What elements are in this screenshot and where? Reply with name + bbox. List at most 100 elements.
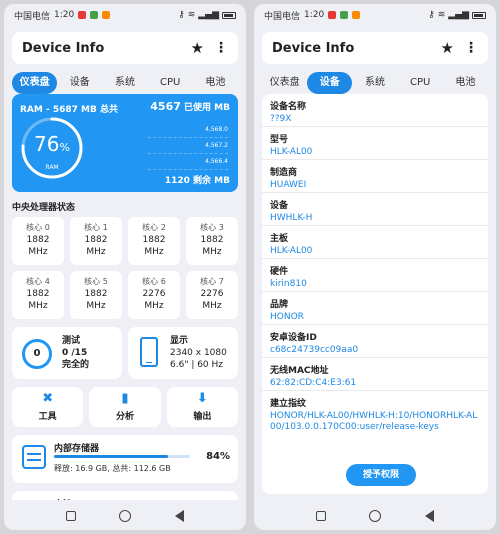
core-tile[interactable]: 核心 3 1882 MHz bbox=[186, 217, 238, 265]
core-name: 核心 2 bbox=[142, 223, 166, 232]
tab-device[interactable]: 设备 bbox=[57, 72, 102, 94]
tab-system[interactable]: 系统 bbox=[102, 72, 147, 94]
display-resolution: 2340 x 1080 bbox=[170, 348, 227, 358]
display-title: 显示 bbox=[170, 336, 189, 346]
notification-icon bbox=[352, 11, 361, 19]
display-text: 显示 2340 x 1080 6.6" | 60 Hz bbox=[170, 335, 227, 371]
app-bar: Device Info ★ ⋮ bbox=[262, 32, 488, 64]
info-value: 62:82:CD:C4:E3:61 bbox=[270, 378, 357, 388]
core-unit: MHz bbox=[86, 247, 106, 257]
test-title: 测试 bbox=[62, 336, 81, 346]
core-tile[interactable]: 核心 7 2276 MHz bbox=[186, 271, 238, 319]
core-tile[interactable]: 核心 4 1882 MHz bbox=[12, 271, 64, 319]
export-button[interactable]: ⬇ 输出 bbox=[166, 387, 238, 427]
ram-used: 4567 已使用 MB bbox=[150, 100, 230, 113]
tab-cpu[interactable]: CPU bbox=[148, 72, 193, 94]
wifi-icon: ≋ bbox=[187, 10, 196, 20]
ram-used-suffix: 已使用 MB bbox=[184, 103, 230, 113]
info-item[interactable]: 主板 HLK-AL00 bbox=[262, 226, 488, 259]
tab-battery[interactable]: 电池 bbox=[193, 72, 238, 94]
test-card[interactable]: 0 测试 0 /15 完全的 bbox=[12, 327, 122, 379]
tab-cpu[interactable]: CPU bbox=[398, 72, 443, 94]
ram-tick: 4,566.4 bbox=[148, 154, 228, 170]
grant-permission-button[interactable]: 授予权限 bbox=[346, 464, 416, 486]
more-options-icon[interactable]: ⋮ bbox=[214, 40, 228, 56]
info-item[interactable]: 设备名称 ??9X bbox=[262, 94, 488, 127]
battery-card[interactable]: 电池 bbox=[12, 491, 238, 500]
tab-bar: 仪表盘 设备 系统 CPU 电池 bbox=[262, 72, 488, 94]
device-content: 设备名称 ??9X 型号 HLK-AL00 制造商 HUAWEI 设备 HWHLK-H … bbox=[262, 94, 488, 500]
core-unit: MHz bbox=[144, 247, 164, 257]
info-item[interactable]: 设备 HWHLK-H bbox=[262, 193, 488, 226]
home-icon[interactable] bbox=[119, 510, 132, 522]
internal-storage-card[interactable]: 内部存储器 释放: 16.9 GB, 总共: 112.6 GB 84% bbox=[12, 435, 238, 483]
ram-gauge: 76% RAM bbox=[18, 114, 86, 182]
ram-percent-sign: % bbox=[59, 141, 70, 154]
core-freq: 1882 bbox=[200, 235, 224, 245]
notification-icon bbox=[102, 11, 111, 19]
notification-icon bbox=[78, 11, 87, 19]
info-key: 品牌 bbox=[270, 300, 289, 310]
core-unit: MHz bbox=[28, 247, 48, 257]
clock: 1:20 bbox=[304, 10, 325, 20]
storage-progress-fill bbox=[54, 455, 169, 458]
info-value: ??9X bbox=[270, 114, 292, 124]
ram-card[interactable]: RAM - 5687 MB 总共 4567 已使用 MB 76% RAM 4,5… bbox=[12, 94, 238, 192]
core-tile[interactable]: 核心 2 1882 MHz bbox=[128, 217, 180, 265]
recents-icon[interactable] bbox=[315, 511, 326, 521]
core-name: 核心 1 bbox=[84, 223, 108, 232]
cpu-core-grid: 核心 0 1882 MHz 核心 1 1882 MHz 核心 2 1882 MHz 核心 3… bbox=[12, 217, 238, 319]
app-title: Device Info bbox=[22, 40, 105, 56]
info-item[interactable]: 无线MAC地址 62:82:CD:C4:E3:61 bbox=[262, 358, 488, 391]
notification-icon bbox=[340, 11, 349, 19]
analysis-button[interactable]: ▮ 分析 bbox=[89, 387, 161, 427]
star-icon[interactable]: ★ bbox=[191, 39, 204, 57]
export-label: 输出 bbox=[193, 412, 212, 422]
core-freq: 1882 bbox=[84, 235, 108, 245]
tab-device[interactable]: 设备 bbox=[307, 72, 353, 94]
more-options-icon[interactable]: ⋮ bbox=[464, 40, 478, 56]
wifi-icon: ≋ bbox=[437, 10, 446, 20]
system-nav-bar bbox=[4, 502, 246, 530]
info-item[interactable]: 制造商 HUAWEI bbox=[262, 160, 488, 193]
info-value: c68c24739cc09aa0 bbox=[270, 345, 359, 355]
home-icon[interactable] bbox=[369, 510, 382, 522]
info-value: HLK-AL00 bbox=[270, 147, 313, 157]
core-tile[interactable]: 核心 1 1882 MHz bbox=[70, 217, 122, 265]
device-screen: 中国电信 1:20 ⚷ ≋ ▂▄▆ Device Info ★ ⋮ 仪表盘 设备… bbox=[254, 4, 496, 530]
core-freq: 1882 bbox=[84, 289, 108, 299]
tab-dashboard[interactable]: 仪表盘 bbox=[262, 72, 307, 94]
key-icon: ⚷ bbox=[428, 10, 435, 20]
info-value: HWHLK-H bbox=[270, 213, 313, 223]
test-text: 测试 0 /15 完全的 bbox=[62, 335, 89, 371]
core-unit: MHz bbox=[86, 301, 106, 311]
info-item[interactable]: 品牌 HONOR bbox=[262, 292, 488, 325]
core-tile[interactable]: 核心 6 2276 MHz bbox=[128, 271, 180, 319]
info-item[interactable]: 硬件 kirin810 bbox=[262, 259, 488, 292]
info-item[interactable]: 型号 HLK-AL00 bbox=[262, 127, 488, 160]
info-key: 设备名称 bbox=[270, 102, 307, 112]
core-name: 核心 3 bbox=[200, 223, 224, 232]
core-unit: MHz bbox=[202, 247, 222, 257]
display-card[interactable]: 显示 2340 x 1080 6.6" | 60 Hz bbox=[128, 327, 238, 379]
storage-progress bbox=[54, 455, 190, 458]
ram-percent-value: 76 bbox=[34, 132, 60, 156]
tools-button[interactable]: ✖ 工具 bbox=[12, 387, 84, 427]
tab-dashboard[interactable]: 仪表盘 bbox=[12, 72, 58, 94]
ram-free: 1120 剩余 MB bbox=[164, 176, 230, 186]
star-icon[interactable]: ★ bbox=[441, 39, 454, 57]
tab-system[interactable]: 系统 bbox=[352, 72, 397, 94]
summary-row: 0 测试 0 /15 完全的 显示 2340 x 1080 6.6" | 60 … bbox=[12, 327, 238, 379]
back-icon[interactable] bbox=[425, 510, 435, 522]
info-item[interactable]: 安卓设备ID c68c24739cc09aa0 bbox=[262, 325, 488, 358]
storage-title: 内部存储器 bbox=[54, 444, 100, 454]
test-status: 完全的 bbox=[62, 360, 90, 370]
tab-battery[interactable]: 电池 bbox=[443, 72, 488, 94]
info-item[interactable]: 建立指纹 HONOR/HLK-AL00/HWHLK-H:10/HONORHLK-A… bbox=[262, 391, 488, 449]
core-tile[interactable]: 核心 5 1882 MHz bbox=[70, 271, 122, 319]
core-tile[interactable]: 核心 0 1882 MHz bbox=[12, 217, 64, 265]
back-icon[interactable] bbox=[175, 510, 185, 522]
ram-used-value: 4567 bbox=[150, 100, 181, 113]
recents-icon[interactable] bbox=[65, 511, 76, 521]
core-name: 核心 7 bbox=[200, 277, 224, 286]
